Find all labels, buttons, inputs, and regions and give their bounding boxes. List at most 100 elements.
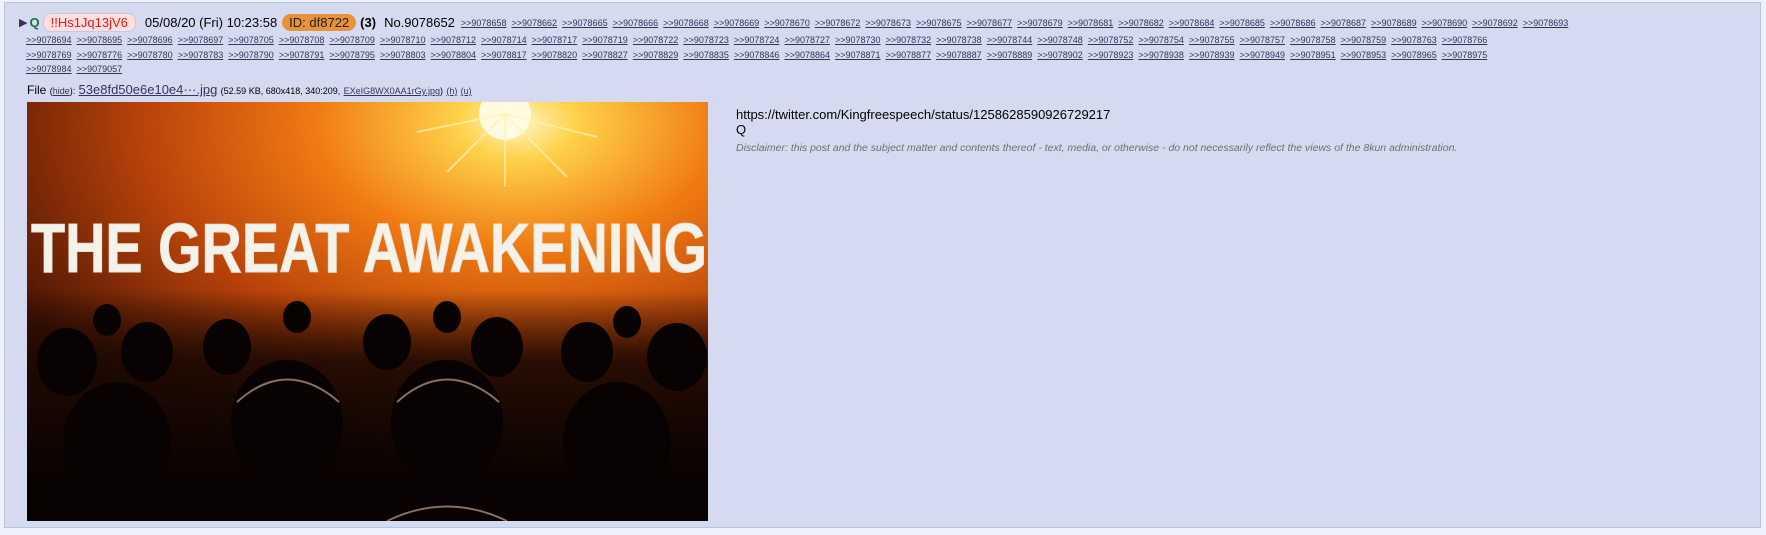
backlink[interactable]: >>9078780	[127, 48, 173, 63]
backlink[interactable]: >>9078763	[1391, 33, 1437, 48]
backlink[interactable]: >>9078681	[1068, 18, 1114, 28]
backlink[interactable]: >>9078705	[228, 33, 274, 48]
backlink[interactable]: >>9078666	[613, 18, 659, 28]
backlink[interactable]: >>9078708	[279, 33, 325, 48]
backlink[interactable]: >>9078724	[734, 33, 780, 48]
backlink[interactable]: >>9078695	[77, 33, 123, 48]
backlink[interactable]: >>9078719	[582, 33, 628, 48]
backlink[interactable]: >>9078766	[1442, 33, 1488, 48]
file-name-link[interactable]: 53e8fd50e6e10e4···.jpg	[79, 82, 218, 97]
backlink[interactable]: >>9078738	[936, 33, 982, 48]
poster-name: Q	[29, 15, 40, 30]
backlink[interactable]: >>9078803	[380, 48, 426, 63]
backlink[interactable]: >>9078730	[835, 33, 881, 48]
backlink[interactable]: >>9078975	[1442, 48, 1488, 63]
backlink[interactable]: >>9078696	[127, 33, 173, 48]
backlink[interactable]: >>9078754	[1138, 33, 1184, 48]
backlink[interactable]: >>9078690	[1422, 18, 1468, 28]
backlink[interactable]: >>9078686	[1270, 18, 1316, 28]
backlink[interactable]: >>9078677	[967, 18, 1013, 28]
backlink[interactable]: >>9078783	[178, 48, 224, 63]
backlink[interactable]: >>9078864	[784, 48, 830, 63]
backlink[interactable]: >>9078670	[764, 18, 810, 28]
backlink[interactable]: >>9078723	[683, 33, 729, 48]
backlink[interactable]: >>9078693	[1523, 18, 1569, 28]
tweet-url-text[interactable]: https://twitter.com/Kingfreespeech/statu…	[736, 107, 1457, 122]
backlink[interactable]: >>9078712	[431, 33, 477, 48]
file-label: File	[27, 83, 47, 97]
backlink[interactable]: >>9078689	[1371, 18, 1417, 28]
backlink[interactable]: >>9078717	[532, 33, 578, 48]
image-search-h-link[interactable]: (h)	[446, 86, 457, 96]
backlink[interactable]: >>9078835	[683, 48, 729, 63]
post-signature: Q	[736, 122, 747, 137]
backlink[interactable]: >>9078965	[1391, 48, 1437, 63]
backlink[interactable]: >>9078675	[916, 18, 962, 28]
post-intro: ▶ Q !!Hs1Jq13jV6 05/08/20 (Fri) 10:23:58…	[19, 13, 1573, 32]
backlink[interactable]: >>9078687	[1320, 18, 1366, 28]
backlink-row: >>9078984 >>9079057	[26, 62, 1746, 77]
file-original-name-link[interactable]: EXeIG8WX0AA1rGy.jpg	[344, 86, 440, 96]
backlink[interactable]: >>9078923	[1088, 48, 1134, 63]
backlink[interactable]: >>9078827	[582, 48, 628, 63]
post-collapse-toggle-icon[interactable]: ▶	[19, 16, 27, 29]
backlink[interactable]: >>9078953	[1341, 48, 1387, 63]
backlink[interactable]: >>9078949	[1240, 48, 1286, 63]
backlink[interactable]: >>9078714	[481, 33, 527, 48]
backlink[interactable]: >>9078769	[26, 48, 72, 63]
backlink[interactable]: >>9078755	[1189, 33, 1235, 48]
backlink[interactable]: >>9078791	[279, 48, 325, 63]
backlink[interactable]: >>9078694	[26, 33, 72, 48]
backlink[interactable]: >>9078887	[936, 48, 982, 63]
hide-file-link[interactable]: hide	[53, 86, 70, 96]
backlink[interactable]: >>9078709	[329, 33, 375, 48]
backlink-row: >>9078769 >>9078776 >>9078780 >>9078783 >>90…	[26, 48, 1746, 63]
backlink[interactable]: >>9078889	[987, 48, 1033, 63]
backlink[interactable]: >>9078685	[1219, 18, 1265, 28]
backlink[interactable]: >>9078673	[865, 18, 911, 28]
poster-id-badge[interactable]: ID: df8722	[282, 14, 357, 31]
backlink[interactable]: >>9078829	[633, 48, 679, 63]
backlink[interactable]: >>9078951	[1290, 48, 1336, 63]
backlink[interactable]: >>9078877	[886, 48, 932, 63]
backlink[interactable]: >>9078752	[1088, 33, 1134, 48]
backlink[interactable]: >>9078672	[815, 18, 861, 28]
backlink[interactable]: >>9078820	[532, 48, 578, 63]
backlink[interactable]: >>9078817	[481, 48, 527, 63]
backlink[interactable]: >>9078757	[1240, 33, 1286, 48]
backlink[interactable]: >>9078722	[633, 33, 679, 48]
backlink[interactable]: >>9078658	[461, 18, 507, 28]
post-body: https://twitter.com/Kingfreespeech/statu…	[736, 107, 1457, 156]
backlink[interactable]: >>9078804	[431, 48, 477, 63]
backlink[interactable]: >>9078732	[886, 33, 932, 48]
backlink[interactable]: >>9078984	[26, 62, 72, 77]
backlink[interactable]: >>9078662	[511, 18, 557, 28]
backlink[interactable]: >>9078795	[329, 48, 375, 63]
backlink[interactable]: >>9078668	[663, 18, 709, 28]
backlink[interactable]: >>9078684	[1169, 18, 1215, 28]
backlink[interactable]: >>9078790	[228, 48, 274, 63]
backlink[interactable]: >>9078902	[1037, 48, 1083, 63]
backlink[interactable]: >>9078679	[1017, 18, 1063, 28]
backlink[interactable]: >>9078682	[1118, 18, 1164, 28]
backlink[interactable]: >>9078727	[784, 33, 830, 48]
backlink[interactable]: >>9078758	[1290, 33, 1336, 48]
backlink[interactable]: >>9078710	[380, 33, 426, 48]
backlink[interactable]: >>9078759	[1341, 33, 1387, 48]
backlink[interactable]: >>9078665	[562, 18, 608, 28]
backlink[interactable]: >>9078776	[77, 48, 123, 63]
post-number-link[interactable]: No.9078652	[384, 15, 455, 30]
backlink[interactable]: >>9078939	[1189, 48, 1235, 63]
backlink[interactable]: >>9078846	[734, 48, 780, 63]
backlink[interactable]: >>9078692	[1472, 18, 1518, 28]
backlink[interactable]: >>9078871	[835, 48, 881, 63]
backlink[interactable]: >>9078748	[1037, 33, 1083, 48]
backlink[interactable]: >>9078938	[1138, 48, 1184, 63]
backlink[interactable]: >>9078669	[714, 18, 760, 28]
backlink[interactable]: >>9078744	[987, 33, 1033, 48]
image-search-u-link[interactable]: (u)	[461, 86, 472, 96]
backlink[interactable]: >>9079057	[77, 62, 123, 77]
backlink[interactable]: >>9078697	[178, 33, 224, 48]
post-image-thumbnail[interactable]: THE GREAT AWAKENING	[27, 102, 708, 521]
image-headline-text: THE GREAT AWAKENING	[31, 209, 707, 287]
